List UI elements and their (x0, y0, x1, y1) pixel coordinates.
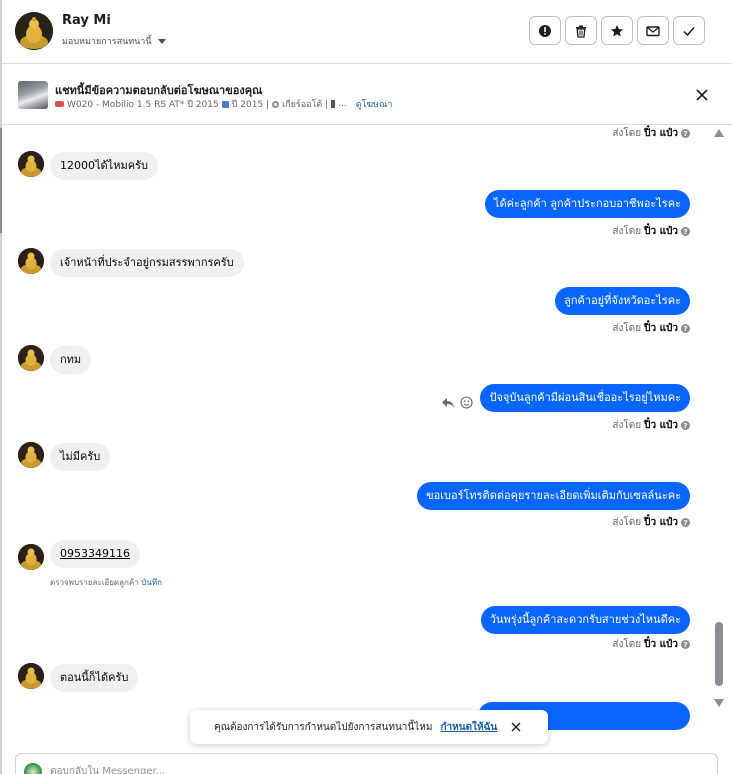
contact-avatar[interactable] (15, 12, 53, 50)
incoming-message[interactable]: ตอนนี้ก็ได้ครับ (50, 664, 139, 692)
report-button[interactable] (529, 16, 561, 45)
contact-avatar-small[interactable] (18, 151, 44, 177)
assign-to-me-link[interactable]: กำหนดให้ฉัน (440, 720, 497, 735)
ad-model: W020 - Mobilio 1.5 RS AT* ปี 2015 (67, 100, 219, 110)
help-icon[interactable]: ? (681, 421, 690, 430)
incoming-message[interactable]: 12000ได้ไหมครับ (50, 152, 158, 180)
close-notice-button[interactable] (510, 721, 522, 733)
buddha-avatar-image (18, 345, 44, 371)
emoji-react-icon[interactable] (460, 396, 473, 409)
view-ad-link[interactable]: ดูโฆษณา (356, 97, 393, 111)
sent-by-label: ส่งโดย ปิ๋ว แป๋ว ? (612, 515, 690, 530)
incoming-message-phone[interactable]: 0953349116 (50, 540, 140, 568)
header-actions (529, 16, 705, 45)
incoming-message[interactable]: ไม่มีครับ (50, 443, 111, 471)
delete-button[interactable] (565, 16, 597, 45)
help-icon[interactable]: ? (681, 227, 690, 236)
help-icon[interactable]: ? (681, 324, 690, 333)
mark-done-button[interactable] (673, 16, 705, 45)
ad-thumbnail[interactable] (18, 81, 48, 109)
mail-icon (646, 25, 660, 36)
buddha-avatar-image (15, 12, 53, 50)
sent-by-label: ส่งโดย ปิ๋ว แป๋ว ? (612, 418, 690, 433)
gear-icon (272, 100, 280, 108)
assign-notice-popup: คุณต้องการได้รับการกำหนดไปยังการสนทนานี้… (190, 710, 548, 744)
close-icon (511, 722, 521, 732)
ad-more: ... (338, 99, 347, 109)
reply-icon[interactable] (441, 397, 455, 409)
help-icon[interactable]: ? (681, 640, 690, 649)
check-icon (683, 26, 695, 36)
assign-notice-text: คุณต้องการได้รับการกำหนดไปยังการสนทนานี้… (214, 721, 433, 733)
ad-year: ปี 2015 | (231, 100, 270, 110)
close-banner-button[interactable] (694, 87, 710, 103)
ad-banner-details: W020 - Mobilio 1.5 RS AT* ปี 2015 ปี 201… (55, 97, 392, 111)
buddha-avatar-image (18, 663, 44, 689)
sent-by-label: ส่งโดย ปิ๋ว แป๋ว ? (612, 637, 690, 652)
outgoing-message[interactable]: วันพรุ่งนี้ลูกค้าสะดวกรับสายช่วงไหนดีคะ (480, 606, 690, 634)
ad-reply-banner: แชทนี้มีข้อความตอบกลับต่อโฆษณาของคุณ W02… (2, 65, 732, 125)
phone-number-link[interactable]: 0953349116 (60, 547, 130, 560)
contact-name: Ray Mi (62, 13, 111, 28)
message-tools (441, 396, 473, 409)
outgoing-message[interactable]: ปัจจุบันลูกค้ามีผ่อนสินเชื่ออะไรอยู่ไหมค… (480, 384, 690, 412)
sent-by-label: ส่งโดย ปิ๋ว แป๋ว ? (612, 224, 690, 239)
assign-label: มอบหมายการสนทนานี้ (62, 37, 152, 47)
contact-avatar-small[interactable] (18, 663, 44, 689)
sent-by-label: ส่งโดย ปิ๋ว แป๋ว ? (612, 126, 690, 141)
buddha-avatar-image (18, 248, 44, 274)
chevron-down-icon (157, 38, 166, 44)
alert-icon (539, 24, 551, 37)
scrollbar-thumb[interactable] (715, 622, 723, 686)
star-icon (611, 24, 623, 36)
buddha-avatar-image (18, 151, 44, 177)
fuel-icon (331, 100, 336, 108)
assign-conversation-dropdown[interactable]: มอบหมายการสนทนานี้ (62, 34, 166, 48)
star-button[interactable] (601, 16, 633, 45)
contact-avatar-small[interactable] (18, 544, 44, 570)
buddha-avatar-image (18, 544, 44, 570)
sent-by-label: ส่งโดย ปิ๋ว แป๋ว ? (612, 321, 690, 336)
help-icon[interactable]: ? (681, 129, 690, 138)
outgoing-message[interactable]: ลูกค้าอยู่ที่จังหวัดอะไรคะ (555, 287, 690, 315)
message-composer (15, 753, 718, 774)
car-icon (55, 101, 64, 107)
contact-avatar-small[interactable] (18, 248, 44, 274)
conversation-header: Ray Mi มอบหมายการสนทนานี้ (2, 0, 732, 64)
customer-detail-note: ตรวจพบรายละเอียดลูกค้า บันทึก (50, 578, 162, 587)
mark-unread-button[interactable] (637, 16, 669, 45)
incoming-message[interactable]: กทม (50, 346, 92, 374)
help-icon[interactable]: ? (681, 518, 690, 527)
reply-input[interactable] (50, 762, 650, 774)
page-avatar (24, 763, 42, 774)
ad-gear: เกียร์ออโต้ | (282, 100, 329, 110)
buddha-avatar-image (18, 442, 44, 468)
contact-avatar-small[interactable] (18, 345, 44, 371)
incoming-message[interactable]: เจ้าหน้าที่ประจำอยู่กรมสรรพากรครับ (50, 249, 244, 277)
outgoing-message[interactable]: ได้ค่ะลูกค้า ลูกค้าประกอบอาชีพอะไรคะ (484, 190, 690, 218)
message-thread[interactable]: ส่งโดย ปิ๋ว แป๋ว ? 12000ได้ไหมครับ ได้ค่… (2, 126, 712, 750)
outgoing-message[interactable]: ขอเบอร์โทรติดต่อคุยรายละเอียดเพิ่มเติมกั… (417, 482, 690, 510)
trash-icon (576, 25, 586, 38)
contact-avatar-small[interactable] (18, 442, 44, 468)
close-icon (696, 89, 708, 101)
calendar-icon (221, 100, 229, 108)
scroll-up-arrow[interactable] (714, 129, 724, 137)
scroll-down-arrow[interactable] (714, 699, 724, 707)
save-detail-link[interactable]: บันทึก (141, 578, 162, 587)
